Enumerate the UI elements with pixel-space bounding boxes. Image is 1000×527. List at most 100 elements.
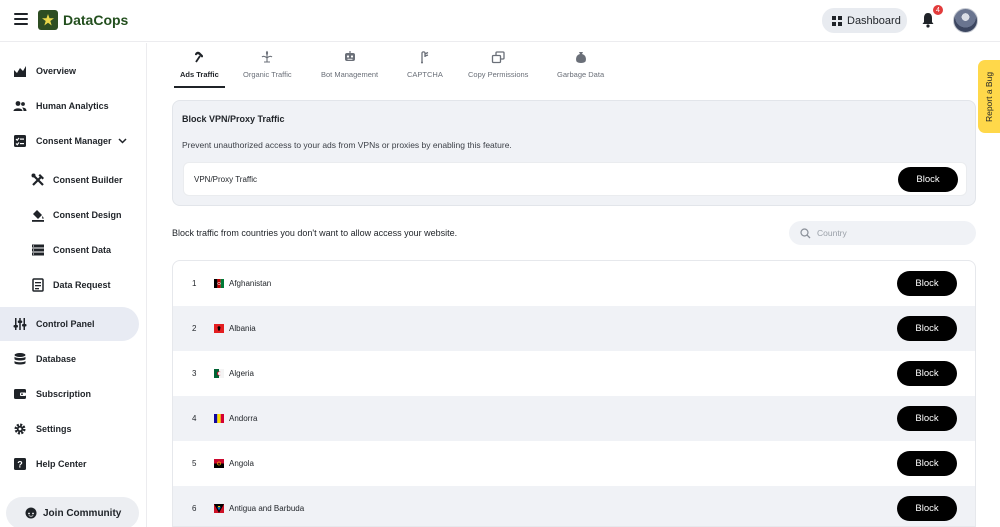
notifications-bell-icon[interactable] <box>921 12 935 33</box>
antigua-and-barbuda-flag-icon <box>214 504 224 513</box>
document-icon <box>32 278 44 292</box>
country-search[interactable] <box>789 221 976 245</box>
sidebar-item-overview[interactable]: Overview <box>0 54 139 88</box>
country-name: Andorra <box>229 414 258 423</box>
app-name: DataCops <box>63 12 129 28</box>
grid-icon <box>832 15 842 26</box>
hamburger-menu-icon[interactable] <box>14 13 28 25</box>
block-button[interactable]: Block <box>897 406 957 431</box>
join-community-button[interactable]: Join Community <box>6 497 139 527</box>
sidebar-item-label: Overview <box>36 66 77 76</box>
andorra-flag-icon <box>214 414 224 423</box>
sidebar-item-consent-design[interactable]: Consent Design <box>0 198 139 232</box>
sidebar-item-settings[interactable]: Settings <box>0 412 139 446</box>
robot-icon <box>344 51 355 61</box>
datacops-logo-icon <box>38 10 58 30</box>
notification-badge: 4 <box>933 5 943 15</box>
sidebar-item-label: Settings <box>36 424 72 434</box>
block-button[interactable]: Block <box>897 361 957 386</box>
block-button[interactable]: Block <box>897 496 957 521</box>
albania-flag-icon <box>214 324 224 333</box>
block-button[interactable]: Block <box>897 271 957 296</box>
sidebar-item-consent-data[interactable]: Consent Data <box>0 233 139 267</box>
community-icon <box>25 507 37 519</box>
sidebar-item-consent-builder[interactable]: Consent Builder <box>0 163 139 197</box>
sidebar-item-database[interactable]: Database <box>0 342 139 376</box>
table-row: 2 Albania Block <box>173 306 975 351</box>
country-list: 1 Afghanistan Block 2 Albania Block 3 Al… <box>172 260 976 527</box>
country-block-intro: Block traffic from countries you don't w… <box>172 228 458 238</box>
tab-label: Copy Permissions <box>468 70 529 79</box>
tab-captcha[interactable]: CAPTCHA <box>407 46 443 86</box>
svg-text:?: ? <box>17 460 23 470</box>
sidebar-item-label: Consent Data <box>53 245 112 255</box>
dashboard-button[interactable]: Dashboard <box>822 8 907 33</box>
tab-organic-traffic[interactable]: Organic Traffic <box>243 46 292 86</box>
sidebar-item-label: Consent Manager <box>36 136 112 146</box>
table-row: 1 Afghanistan Block <box>173 261 975 306</box>
sidebar-item-help-center[interactable]: ? Help Center <box>0 447 139 481</box>
dashboard-label: Dashboard <box>847 14 901 27</box>
paint-bucket-icon <box>32 210 44 222</box>
sidebar-item-label: Consent Builder <box>53 175 123 185</box>
tab-label: Bot Management <box>321 70 379 79</box>
row-number: 3 <box>192 369 197 378</box>
gear-icon <box>14 423 26 435</box>
captcha-icon <box>420 51 429 64</box>
algeria-flag-icon <box>214 369 224 378</box>
block-button[interactable]: Block <box>897 316 957 341</box>
report-bug-label: Report a Bug <box>984 71 994 122</box>
block-button[interactable]: Block <box>897 451 957 476</box>
report-bug-tab[interactable]: Report a Bug <box>978 60 1000 133</box>
help-icon: ? <box>14 458 26 470</box>
vpn-proxy-label: VPN/Proxy Traffic <box>194 175 257 184</box>
table-row: 5 Angola Block <box>173 441 975 486</box>
tab-label: Organic Traffic <box>243 70 292 79</box>
table-row: 3 Algeria Block <box>173 351 975 396</box>
tab-garbage-data[interactable]: Garbage Data <box>557 46 604 86</box>
chart-icon <box>14 66 26 77</box>
table-row: 4 Andorra Block <box>173 396 975 441</box>
organic-traffic-icon <box>261 50 273 63</box>
country-name: Antigua and Barbuda <box>229 504 305 513</box>
user-avatar[interactable] <box>953 8 978 33</box>
sidebar-item-label: Subscription <box>36 389 92 399</box>
sidebar-item-human-analytics[interactable]: Human Analytics <box>0 89 139 123</box>
chevron-down-icon[interactable] <box>118 136 127 145</box>
country-search-input[interactable] <box>817 228 957 238</box>
checklist-icon <box>14 135 26 147</box>
sidebar-item-label: Data Request <box>53 280 111 290</box>
sidebar-item-label: Database <box>36 354 77 364</box>
sidebar-item-consent-manager[interactable]: Consent Manager <box>0 124 139 158</box>
ads-traffic-icon <box>195 51 204 63</box>
vpn-block-button[interactable]: Block <box>898 167 958 192</box>
search-icon <box>800 227 811 238</box>
sidebar-item-control-panel[interactable]: Control Panel <box>0 307 139 341</box>
sidebar-item-label: Help Center <box>36 459 87 469</box>
tab-copy-permissions[interactable]: Copy Permissions <box>468 46 528 86</box>
sidebar-item-subscription[interactable]: Subscription <box>0 377 139 411</box>
copy-icon <box>492 51 505 64</box>
country-name: Albania <box>229 324 256 333</box>
tab-label: Garbage Data <box>557 70 605 79</box>
tab-bot-management[interactable]: Bot Management <box>321 46 378 86</box>
garbage-bag-icon <box>575 52 586 63</box>
tab-ads-traffic[interactable]: Ads Traffic <box>174 46 225 88</box>
vpn-card-title: Block VPN/Proxy Traffic <box>182 114 285 124</box>
database-icon <box>14 353 26 365</box>
country-name: Angola <box>229 459 254 468</box>
row-number: 6 <box>192 504 197 513</box>
people-icon <box>13 101 27 111</box>
top-header: DataCops Dashboard 4 <box>0 0 1000 42</box>
vpn-card-description: Prevent unauthorized access to your ads … <box>182 140 512 150</box>
list-icon <box>32 244 44 256</box>
row-number: 2 <box>192 324 197 333</box>
join-community-label: Join Community <box>43 507 122 519</box>
sidebar-item-data-request[interactable]: Data Request <box>0 268 139 302</box>
tools-icon <box>31 173 44 186</box>
tab-label: Ads Traffic <box>180 70 219 79</box>
tab-label: CAPTCHA <box>407 70 443 79</box>
wallet-icon <box>14 389 26 399</box>
vpn-proxy-row: VPN/Proxy Traffic Block <box>183 162 967 196</box>
row-number: 1 <box>192 279 197 288</box>
